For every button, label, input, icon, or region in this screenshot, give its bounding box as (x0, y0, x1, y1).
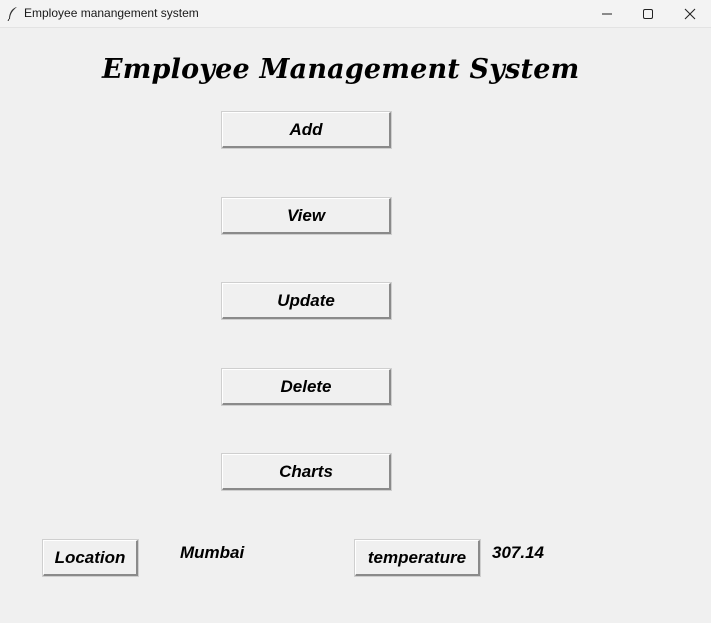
delete-button[interactable]: Delete (221, 368, 392, 406)
view-button[interactable]: View (221, 197, 392, 235)
temperature-value: 307.14 (492, 543, 544, 562)
maximize-button[interactable] (628, 0, 668, 27)
title-bar: Employee manangement system (0, 0, 711, 28)
add-button[interactable]: Add (221, 111, 392, 149)
page-title: Employee Management System (102, 54, 580, 85)
minimize-button[interactable] (587, 0, 627, 27)
charts-button[interactable]: Charts (221, 453, 392, 491)
maximize-icon (643, 8, 653, 19)
location-button[interactable]: Location (42, 539, 139, 577)
update-button[interactable]: Update (221, 282, 392, 320)
feather-icon (7, 7, 17, 21)
close-icon (684, 8, 696, 19)
minimize-icon (602, 13, 612, 14)
location-value: Mumbai (180, 543, 245, 562)
window-title: Employee manangement system (24, 6, 199, 20)
close-button[interactable] (670, 0, 710, 27)
temperature-button[interactable]: temperature (354, 539, 481, 577)
